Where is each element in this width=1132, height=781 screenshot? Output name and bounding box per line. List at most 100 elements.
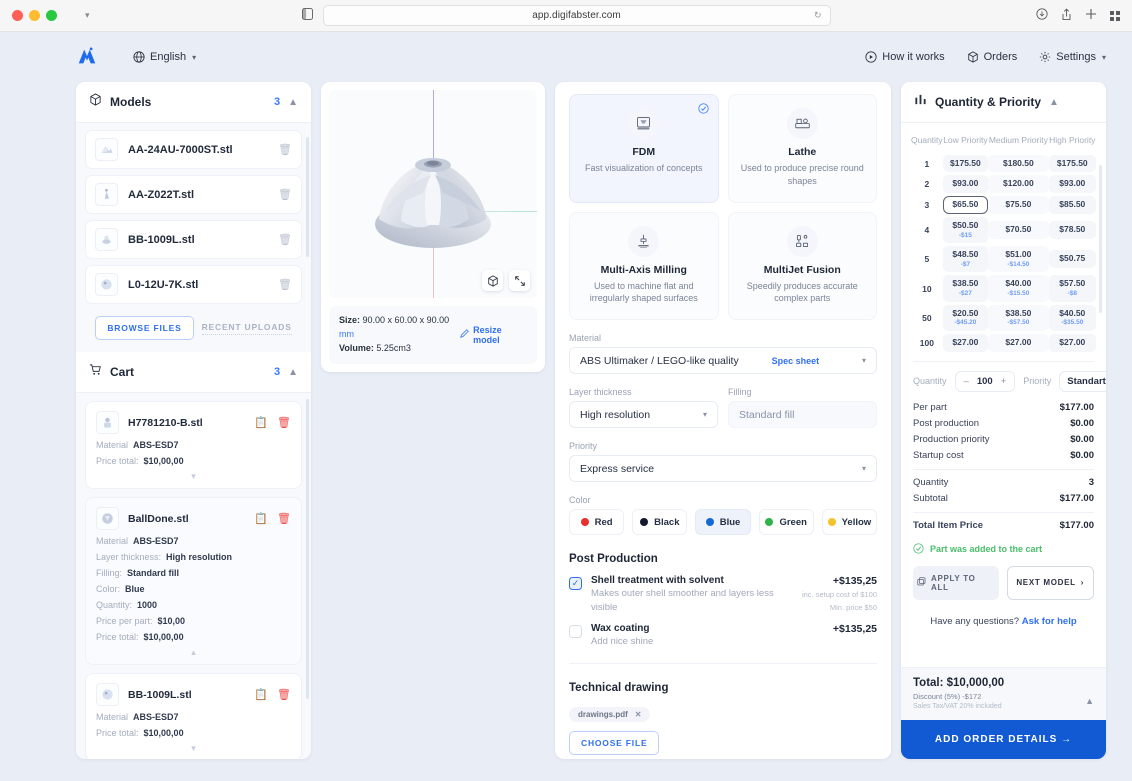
cart-panel-header[interactable]: Cart 3 ▲ <box>76 352 311 393</box>
apply-to-all-button[interactable]: APPLY TO ALL <box>913 565 999 600</box>
price-cell-high[interactable]: $50.75 <box>1048 250 1096 269</box>
sidebar-toggle-icon[interactable] <box>301 8 313 23</box>
duplicate-icon[interactable]: 📋 <box>254 512 268 525</box>
delete-icon[interactable]: 🗑 <box>278 233 292 246</box>
price-table-row[interactable]: 5 $48.50 -$7 $51.00 -$14.50 $50.75 <box>911 246 1096 273</box>
increment-button[interactable]: + <box>1001 376 1007 387</box>
price-cell-high[interactable]: $27.00 <box>1048 333 1096 352</box>
price-table-row[interactable]: 100 $27.00 $27.00 $27.00 <box>911 333 1096 352</box>
delete-icon[interactable]: 🗑 <box>277 416 291 429</box>
price-cell-low-selected[interactable]: $65.50 <box>942 196 989 214</box>
cart-item[interactable]: BB-1009L.stl 📋 🗑 Material ABS-ESD7 Price … <box>85 673 302 759</box>
price-cell-medium[interactable]: $180.50 <box>988 154 1049 173</box>
price-cell-high[interactable]: $175.50 <box>1048 154 1096 173</box>
priority-dropdown[interactable]: Standart ▾ <box>1059 370 1106 392</box>
price-cell-high[interactable]: $78.50 <box>1048 221 1096 239</box>
price-table-row[interactable]: 1 $175.50 $180.50 $175.50 <box>911 154 1096 173</box>
chevron-up-icon[interactable]: ▲ <box>1049 97 1059 108</box>
reload-icon[interactable]: ↻ <box>814 10 822 21</box>
price-cell-medium[interactable]: $51.00 -$14.50 <box>988 246 1049 273</box>
technology-card-multi-axis-milling[interactable]: Multi-Axis Milling Used to machine flat … <box>569 211 719 321</box>
color-option-blue[interactable]: Blue <box>695 509 751 536</box>
price-table-row[interactable]: 50 $20.50 -$45.20 $38.50 -$57.50 $40.50 -$3… <box>911 304 1096 331</box>
price-table-row[interactable]: 2 $93.00 $120.00 $93.00 <box>911 175 1096 194</box>
chevron-up-icon[interactable]: ▲ <box>288 97 298 108</box>
price-cell-low[interactable]: $38.50 -$27 <box>942 275 989 302</box>
color-option-red[interactable]: Red <box>569 509 625 536</box>
share-icon[interactable] <box>1061 8 1072 24</box>
browse-files-button[interactable]: BROWSE FILES <box>95 316 194 340</box>
price-cell-high[interactable]: $93.00 <box>1048 175 1096 194</box>
cart-item[interactable]: BallDone.stl 📋 🗑 Material ABS-ESD7 Layer … <box>85 497 302 665</box>
next-model-button[interactable]: NEXT MODEL › <box>1006 565 1094 600</box>
layer-thickness-select[interactable]: High resolution ▾ <box>569 401 718 429</box>
post-production-option[interactable]: ✓ Shell treatment with solvent Makes out… <box>569 575 877 614</box>
resize-model-button[interactable]: Resize model <box>460 325 527 345</box>
price-cell-medium[interactable]: $75.50 <box>988 196 1049 214</box>
price-cell-medium[interactable]: $70.50 <box>988 221 1049 239</box>
ask-for-help-link[interactable]: Ask for help <box>1022 616 1077 627</box>
cart-scrollbar[interactable] <box>306 399 309 699</box>
material-select[interactable]: ABS Ultimaker / LEGO-like quality Spec s… <box>569 347 877 375</box>
price-table-row[interactable]: 3 $65.50 $75.50 $85.50 <box>911 196 1096 214</box>
nav-how-it-works[interactable]: How it works <box>865 51 945 63</box>
price-cell-high[interactable]: $40.50 -$35.50 <box>1048 304 1096 331</box>
quantity-stepper[interactable]: – 100 + <box>954 370 1016 392</box>
3d-cube-icon[interactable] <box>482 270 503 291</box>
delete-icon[interactable]: 🗑 <box>277 512 291 525</box>
models-scrollbar[interactable] <box>306 137 309 257</box>
color-option-green[interactable]: Green <box>758 509 814 536</box>
decrement-button[interactable]: – <box>964 376 969 387</box>
price-cell-low[interactable]: $50.50 -$15 <box>942 216 989 244</box>
model-list-item[interactable]: BB-1009L.stl 🗑 <box>85 220 302 259</box>
delete-icon[interactable]: 🗑 <box>278 188 292 201</box>
add-order-details-button[interactable]: ADD ORDER DETAILS → <box>901 720 1106 759</box>
nav-orders[interactable]: Orders <box>967 51 1017 63</box>
quantity-priority-header[interactable]: Quantity & Priority ▲ <box>901 82 1106 123</box>
tab-grid-icon[interactable] <box>1110 10 1120 21</box>
expand-chevron-down-icon[interactable]: ▾ <box>96 738 291 754</box>
price-table-row[interactable]: 10 $38.50 -$27 $40.00 -$15.50 $57.50 -$8 <box>911 275 1096 302</box>
price-cell-high[interactable]: $57.50 -$8 <box>1048 275 1096 302</box>
new-tab-icon[interactable] <box>1085 8 1097 23</box>
downloads-icon[interactable] <box>1036 8 1048 23</box>
chevron-up-icon[interactable]: ▲ <box>1085 696 1094 706</box>
color-option-yellow[interactable]: Yellow <box>821 509 878 536</box>
model-list-item[interactable]: AA-24AU-7000ST.stl 🗑 <box>85 130 302 169</box>
price-table-scrollbar[interactable] <box>1099 165 1102 313</box>
technology-card-fdm[interactable]: FDM Fast visualization of concepts <box>569 94 719 203</box>
price-cell-medium[interactable]: $40.00 -$15.50 <box>988 275 1049 302</box>
delete-icon[interactable]: 🗑 <box>278 278 292 291</box>
size-unit[interactable]: mm <box>339 329 354 339</box>
chevron-down-icon[interactable]: ▾ <box>85 10 90 21</box>
minimize-window-button[interactable] <box>29 10 40 21</box>
price-cell-low[interactable]: $20.50 -$45.20 <box>942 304 989 331</box>
priority-select[interactable]: Express service ▾ <box>569 455 877 483</box>
choose-file-button[interactable]: CHOOSE FILE <box>569 730 660 755</box>
chevron-up-icon[interactable]: ▲ <box>288 367 298 378</box>
checkbox-checked-icon[interactable]: ✓ <box>569 577 582 591</box>
price-cell-high[interactable]: $85.50 <box>1048 196 1096 214</box>
address-bar[interactable]: app.digifabster.com ↻ <box>322 5 831 26</box>
recent-uploads-button[interactable]: RECENT UPLOADS <box>201 322 292 335</box>
duplicate-icon[interactable]: 📋 <box>254 688 268 701</box>
model-3d-viewport[interactable] <box>329 90 537 298</box>
price-cell-medium[interactable]: $38.50 -$57.50 <box>988 304 1049 331</box>
price-cell-medium[interactable]: $120.00 <box>988 175 1049 194</box>
color-option-black[interactable]: Black <box>632 509 688 536</box>
model-list-item[interactable]: AA-Z022T.stl 🗑 <box>85 175 302 214</box>
language-selector[interactable]: English ▾ <box>133 51 196 63</box>
price-table-row[interactable]: 4 $50.50 -$15 $70.50 $78.50 <box>911 216 1096 244</box>
checkbox-unchecked-icon[interactable] <box>569 625 582 639</box>
expand-chevron-down-icon[interactable]: ▾ <box>96 466 291 482</box>
collapse-chevron-up-icon[interactable]: ▴ <box>96 642 291 658</box>
price-cell-medium[interactable]: $27.00 <box>988 333 1049 352</box>
expand-icon[interactable] <box>509 270 530 291</box>
duplicate-icon[interactable]: 📋 <box>254 416 268 429</box>
price-cell-low[interactable]: $175.50 <box>942 154 989 173</box>
close-icon[interactable]: ✕ <box>635 710 642 719</box>
nav-settings[interactable]: Settings ▾ <box>1039 51 1106 63</box>
price-cell-low[interactable]: $93.00 <box>942 175 989 194</box>
post-production-option[interactable]: Wax coating Add nice shine +$135,25 <box>569 623 877 648</box>
maximize-window-button[interactable] <box>46 10 57 21</box>
